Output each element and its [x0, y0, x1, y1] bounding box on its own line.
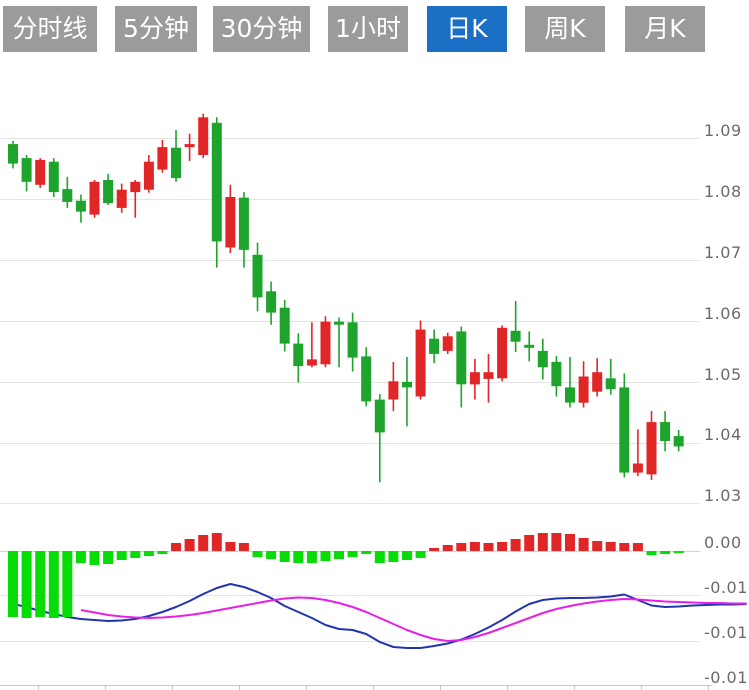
x-axis-tick [574, 686, 575, 690]
price-axis-label: 1.06 [704, 304, 742, 323]
macd-axis-label: -0.01 [704, 623, 748, 642]
x-axis-tick [373, 686, 374, 690]
x-axis-tick [440, 686, 441, 690]
candlestick-macd-chart [0, 0, 749, 689]
x-axis-tick [38, 686, 39, 690]
price-axis-label: 1.04 [704, 425, 742, 444]
price-axis-label: 1.07 [704, 243, 742, 262]
price-axis-label: 1.08 [704, 182, 742, 201]
x-axis-tick [507, 686, 508, 690]
price-axis-label: 1.05 [704, 365, 742, 384]
x-axis-tick [105, 686, 106, 690]
macd-axis-label: 0.00 [704, 533, 742, 552]
price-axis-label: 1.09 [704, 121, 742, 140]
x-axis-tick [172, 686, 173, 690]
macd-axis-label: -0.01 [704, 578, 748, 597]
x-axis-tick [708, 686, 709, 690]
price-axis-label: 1.03 [704, 486, 742, 505]
macd-axis-label: -0.01 [704, 668, 748, 687]
x-axis-tick [306, 686, 307, 690]
x-axis-tick [239, 686, 240, 690]
x-axis-tick [641, 686, 642, 690]
